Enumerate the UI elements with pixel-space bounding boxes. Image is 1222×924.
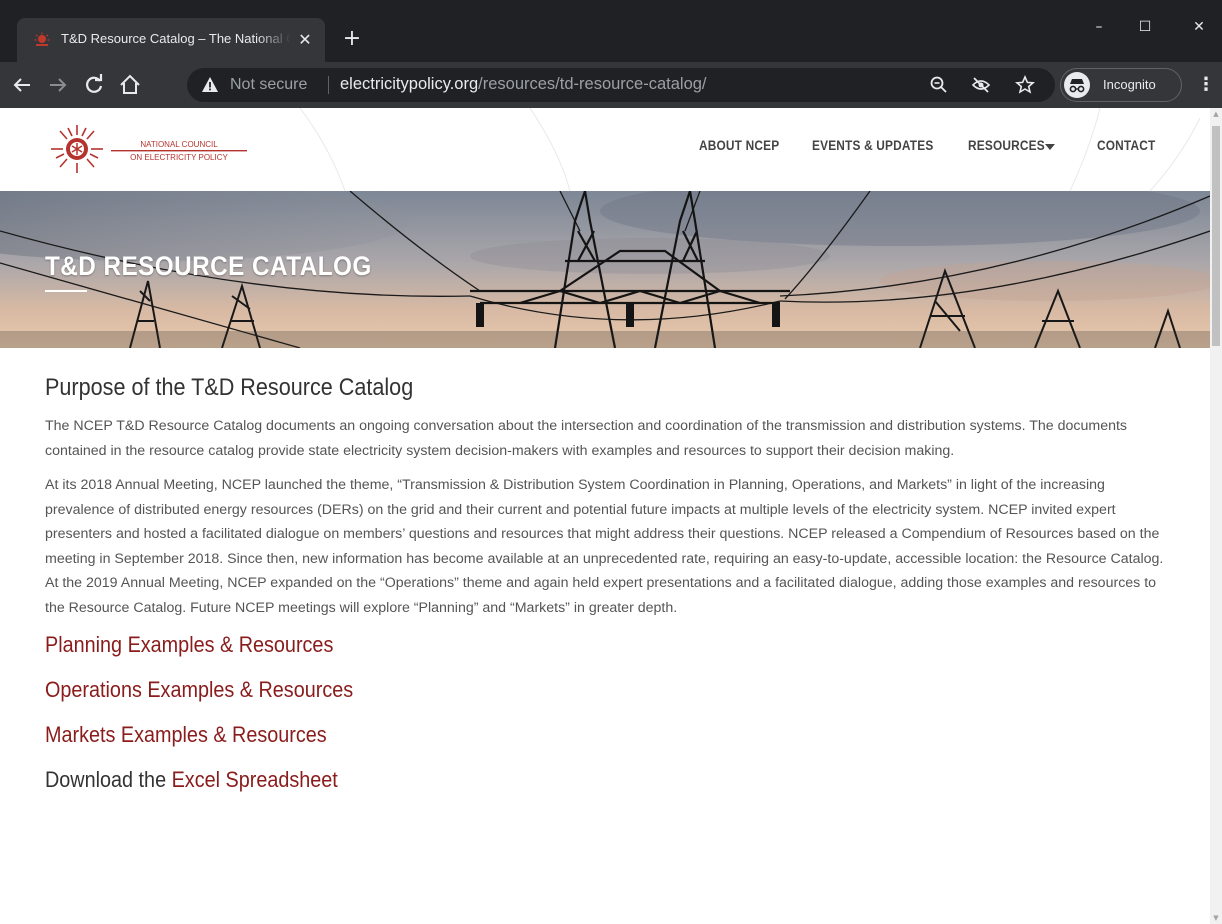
browser-toolbar: Not secure electricitypolicy.org/resourc… xyxy=(0,62,1222,108)
ncep-logo-mark-icon: NATIONAL COUNCIL ON ELECTRICITY POLICY xyxy=(51,125,247,173)
omnibox-divider xyxy=(328,76,329,94)
incognito-badge[interactable]: Incognito xyxy=(1060,68,1182,102)
page-scrollbar[interactable]: ▲ ▼ xyxy=(1210,108,1222,924)
hero-banner: T&D RESOURCE CATALOG xyxy=(0,191,1210,348)
planning-resources-link[interactable]: Planning Examples & Resources xyxy=(45,630,1062,675)
main-content: Purpose of the T&D Resource Catalog The … xyxy=(45,374,1175,810)
zoom-icon[interactable] xyxy=(929,75,949,95)
home-icon[interactable] xyxy=(116,71,144,99)
more-menu-icon[interactable]: ⋮ xyxy=(1196,71,1216,99)
download-heading: Download the Excel Spreadsheet xyxy=(45,765,1062,810)
nav-resources[interactable]: RESOURCES xyxy=(968,138,1045,153)
warning-icon[interactable] xyxy=(201,76,219,94)
forward-arrow-icon[interactable] xyxy=(44,71,72,99)
close-window-button[interactable]: ✕ xyxy=(1176,12,1222,42)
site-favicon-icon xyxy=(34,32,50,46)
minimize-button[interactable]: – xyxy=(1076,12,1122,42)
browser-tab[interactable]: T&D Resource Catalog – The National Coun… xyxy=(17,18,325,62)
intro-paragraph: The NCEP T&D Resource Catalog documents … xyxy=(45,418,1128,459)
page-viewport: NATIONAL COUNCIL ON ELECTRICITY POLICY A… xyxy=(0,108,1210,924)
download-prefix: Download the xyxy=(45,767,172,792)
markets-resources-link[interactable]: Markets Examples & Resources xyxy=(45,720,1062,765)
excel-spreadsheet-link[interactable]: Excel Spreadsheet xyxy=(172,767,338,792)
scroll-up-icon[interactable]: ▲ xyxy=(1210,108,1222,120)
maximize-button[interactable]: ☐ xyxy=(1122,12,1168,42)
resources-dropdown-caret-icon[interactable] xyxy=(1045,144,1055,150)
hero-underline xyxy=(45,290,87,292)
scrollbar-thumb[interactable] xyxy=(1212,126,1220,346)
tab-title: T&D Resource Catalog – The National Coun… xyxy=(61,31,291,46)
url-host: electricitypolicy.org xyxy=(340,75,479,93)
hero-title: T&D RESOURCE CATALOG xyxy=(45,251,372,281)
operations-resources-link[interactable]: Operations Examples & Resources xyxy=(45,675,1062,720)
browser-tabstrip: T&D Resource Catalog – The National Coun… xyxy=(0,0,1222,62)
tab-close-icon[interactable]: ✕ xyxy=(295,30,315,50)
purpose-heading: Purpose of the T&D Resource Catalog xyxy=(45,374,414,401)
scroll-down-icon[interactable]: ▼ xyxy=(1210,912,1222,924)
nav-events-updates[interactable]: EVENTS & UPDATES xyxy=(812,138,933,153)
star-icon[interactable] xyxy=(1015,75,1035,95)
eye-off-icon[interactable] xyxy=(971,75,991,95)
reload-icon[interactable] xyxy=(80,71,108,99)
new-tab-button[interactable]: + xyxy=(338,26,366,54)
incognito-icon xyxy=(1064,72,1090,98)
not-secure-label[interactable]: Not secure xyxy=(230,76,307,94)
url-path: /resources/td-resource-catalog/ xyxy=(478,75,707,93)
nav-contact[interactable]: CONTACT xyxy=(1097,138,1155,153)
back-arrow-icon[interactable] xyxy=(8,71,36,99)
logo-text-top: NATIONAL COUNCIL xyxy=(140,140,218,149)
site-header: NATIONAL COUNCIL ON ELECTRICITY POLICY A… xyxy=(0,108,1210,191)
logo-text-bottom: ON ELECTRICITY POLICY xyxy=(130,153,228,162)
incognito-label: Incognito xyxy=(1103,77,1156,92)
address-bar[interactable]: Not secure electricitypolicy.org/resourc… xyxy=(187,68,1055,102)
url-text[interactable]: electricitypolicy.org/resources/td-resou… xyxy=(340,75,707,94)
history-paragraph: At its 2018 Annual Meeting, NCEP launche… xyxy=(45,477,1164,616)
ncep-logo[interactable]: NATIONAL COUNCIL ON ELECTRICITY POLICY xyxy=(45,118,252,180)
nav-about[interactable]: ABOUT NCEP xyxy=(699,138,779,153)
